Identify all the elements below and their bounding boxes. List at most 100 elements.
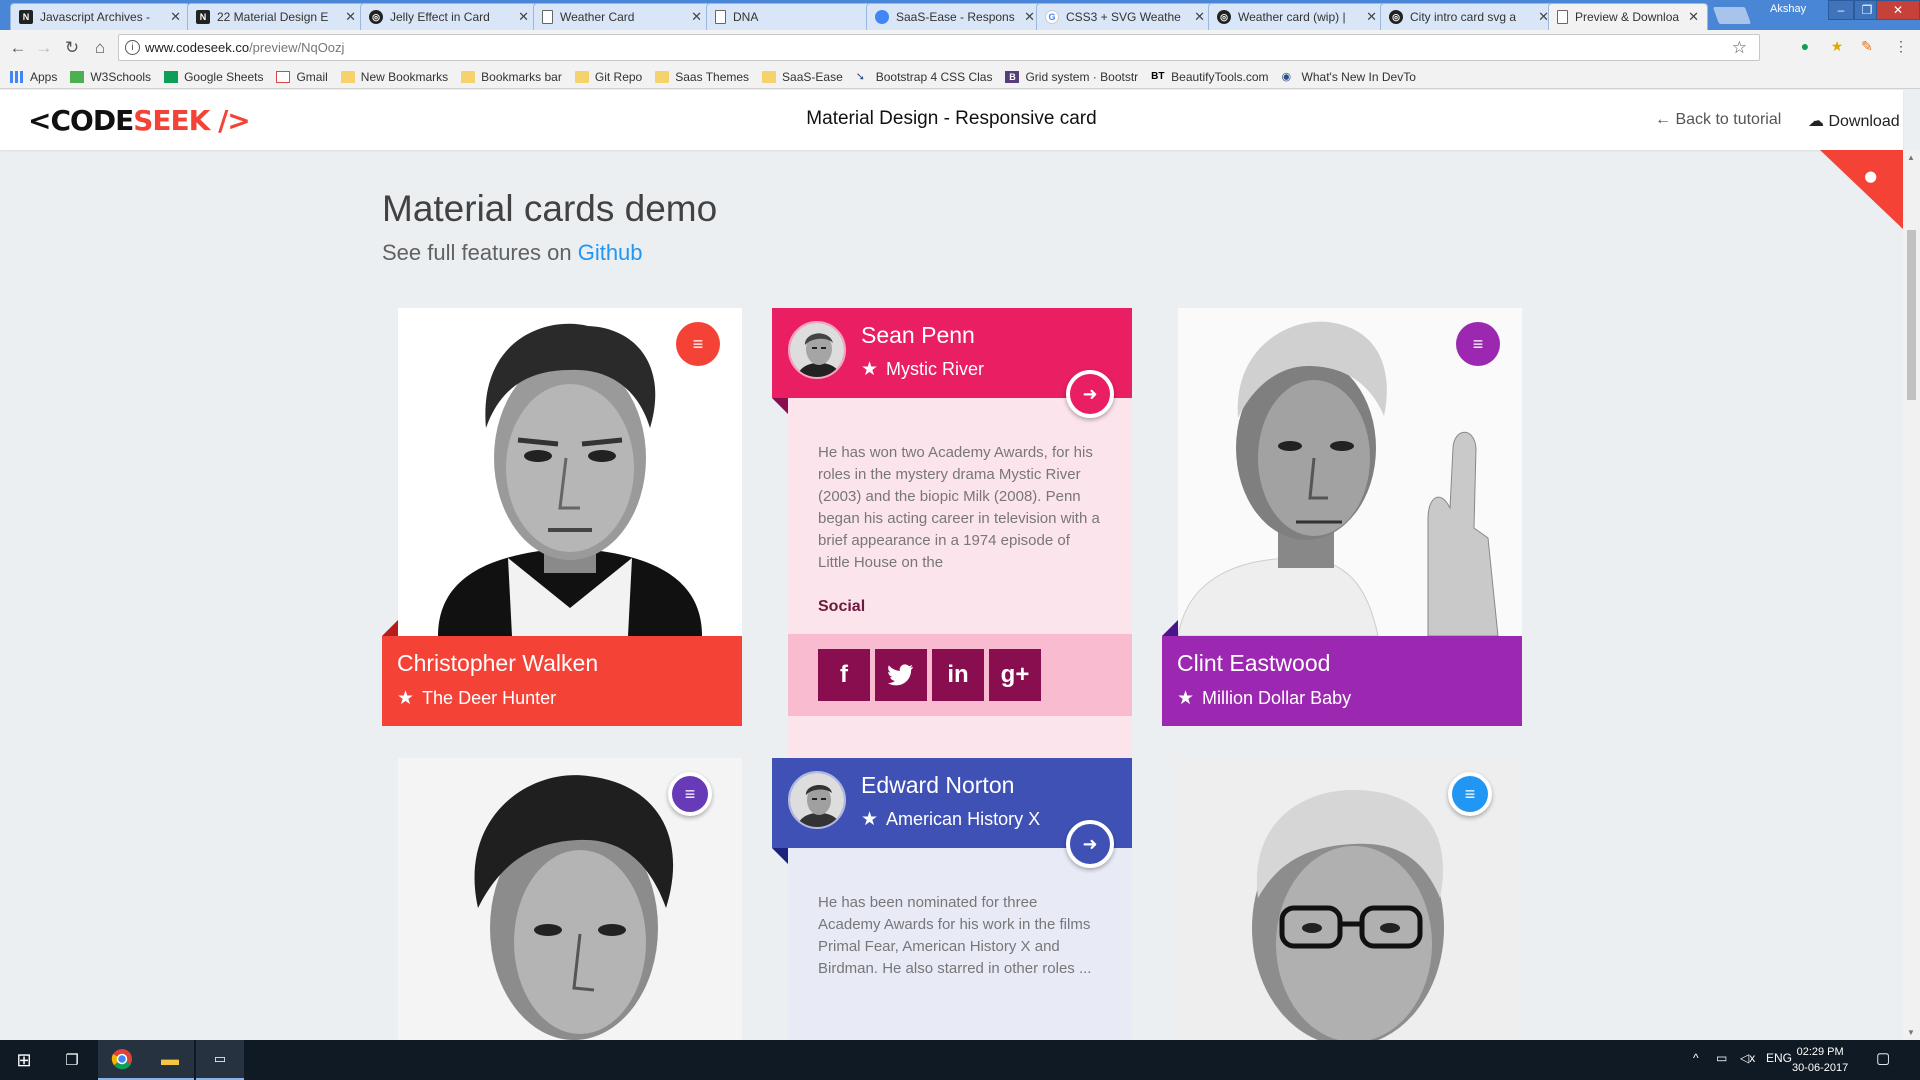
bookmark-folder[interactable]: SaaS-Ease: [762, 70, 843, 84]
tab-title: Weather card (wip) |: [1238, 10, 1346, 24]
arrow-left-icon: ➜: [1082, 383, 1098, 404]
bookmark-label: Git Repo: [594, 70, 643, 84]
reload-icon[interactable]: ↻: [60, 36, 84, 60]
close-window-icon[interactable]: ✕: [1876, 0, 1920, 20]
card-corner-fold: [772, 848, 788, 864]
bookmark-grid-system[interactable]: B Grid system · Bootstr: [1005, 70, 1138, 84]
browser-tab[interactable]: ◎ Jelly Effect in Card ✕: [360, 3, 538, 30]
tab-title: Javascript Archives -: [40, 10, 151, 24]
beautifytools-icon: BT: [1151, 71, 1165, 82]
saas-favicon-icon: [875, 10, 889, 24]
back-arrow-icon[interactable]: ←: [6, 36, 30, 60]
apps-grid-icon: [10, 71, 24, 83]
browser-tab[interactable]: G CSS3 + SVG Weathe ✕: [1036, 3, 1214, 30]
bookmark-w3schools[interactable]: W3Schools: [70, 70, 151, 84]
home-icon[interactable]: ⌂: [88, 36, 112, 60]
card-close-button[interactable]: ➜: [1066, 820, 1114, 868]
browser-tab[interactable]: N Javascript Archives - ✕: [10, 3, 190, 30]
card-movie: ★ American History X: [861, 809, 1041, 830]
tray-chevron-icon[interactable]: ^: [1693, 1051, 1699, 1065]
bookmark-folder[interactable]: Git Repo: [574, 70, 643, 84]
facebook-icon[interactable]: f: [818, 649, 870, 701]
address-bar[interactable]: i www.codeseek.co/preview/NqOozj ☆: [118, 34, 1760, 61]
bookmark-label: What's New In DevTo: [1301, 70, 1416, 84]
chrome-menu-icon[interactable]: ⋮: [1892, 37, 1910, 55]
site-header: <CODESEEK /> Material Design - Responsiv…: [0, 90, 1903, 150]
browser-tab[interactable]: Weather Card ✕: [533, 3, 711, 30]
windows-start-icon[interactable]: ⊞: [0, 1040, 48, 1080]
browser-tab-active[interactable]: Preview & Downloa ✕: [1548, 3, 1708, 30]
forward-arrow-icon[interactable]: →: [32, 36, 56, 60]
extension-star-icon[interactable]: ★: [1828, 37, 1846, 55]
browser-tab[interactable]: N 22 Material Design E ✕: [187, 3, 365, 30]
scrollbar-thumb[interactable]: [1907, 230, 1916, 400]
bookmark-label: BeautifyTools.com: [1171, 70, 1269, 84]
back-to-tutorial-link[interactable]: ← Back to tutorial: [1655, 111, 1781, 129]
task-view-icon[interactable]: ❐: [48, 1040, 96, 1080]
linkedin-icon[interactable]: in: [932, 649, 984, 701]
bookmark-star-icon[interactable]: ☆: [1732, 38, 1747, 58]
bookmark-label: Grid system · Bootstr: [1025, 70, 1139, 84]
scroll-down-icon[interactable]: ▼: [1907, 1028, 1915, 1037]
card-bio: He has been nominated for three Academy …: [818, 894, 1092, 977]
download-link[interactable]: ☁ Download: [1808, 111, 1900, 131]
bookmark-folder[interactable]: New Bookmarks: [340, 70, 448, 84]
bookmark-beautifytools[interactable]: BT BeautifyTools.com: [1151, 70, 1268, 84]
close-tab-icon[interactable]: ✕: [691, 9, 702, 25]
page-info-icon[interactable]: i: [125, 40, 140, 55]
card-edward-norton: He has been nominated for three Academy …: [772, 758, 1132, 1040]
card-movie: ★ Mystic River: [861, 359, 985, 380]
volume-muted-icon[interactable]: ◁x: [1740, 1051, 1755, 1065]
bookmark-folder[interactable]: Bookmarks bar: [461, 70, 562, 84]
chrome-taskbar-icon[interactable]: [98, 1040, 146, 1080]
close-tab-icon[interactable]: ✕: [518, 9, 529, 25]
minimize-icon[interactable]: –: [1828, 0, 1854, 20]
language-indicator[interactable]: ENG: [1766, 1051, 1792, 1065]
menu-lines-icon: ≡: [1464, 783, 1476, 804]
close-tab-icon[interactable]: ✕: [170, 9, 181, 25]
google-plus-icon[interactable]: g+: [989, 649, 1041, 701]
command-prompt-icon[interactable]: ▭: [196, 1040, 244, 1080]
browser-tab[interactable]: SaaS-Ease - Respons ✕: [866, 3, 1044, 30]
network-icon[interactable]: ▭: [1716, 1051, 1727, 1065]
codepen-favicon-icon: ◎: [1389, 10, 1403, 24]
bookmark-folder[interactable]: Saas Themes: [655, 70, 749, 84]
tab-title: 22 Material Design E: [217, 10, 329, 24]
close-tab-icon[interactable]: ✕: [1194, 9, 1205, 25]
card-menu-button[interactable]: ≡: [676, 322, 720, 366]
bookmark-gmail[interactable]: Gmail: [276, 70, 328, 84]
browser-tab[interactable]: DNA ✕: [706, 3, 884, 30]
arrow-favicon-icon: ➘: [855, 71, 865, 83]
system-clock[interactable]: 02:29 PM 30-06-2017: [1792, 1044, 1848, 1076]
action-center-icon[interactable]: ▢: [1876, 1049, 1890, 1067]
chrome-icon: ◉: [1281, 71, 1292, 83]
bookmark-google-sheets[interactable]: Google Sheets: [164, 70, 263, 84]
close-tab-icon[interactable]: ✕: [1688, 9, 1699, 25]
page-scrollbar[interactable]: ▲ ▼: [1903, 150, 1920, 1040]
arrow-left-icon: ➜: [1082, 833, 1098, 854]
browser-tab[interactable]: ◎ Weather card (wip) | ✕: [1208, 3, 1386, 30]
card-body: He has been nominated for three Academy …: [788, 848, 1132, 1040]
bookmark-bootstrap-classes[interactable]: ➘ Bootstrap 4 CSS Clas: [856, 70, 993, 84]
file-explorer-icon[interactable]: ▬: [146, 1040, 194, 1080]
extension-green-icon[interactable]: ●: [1796, 37, 1814, 55]
bookmark-apps[interactable]: Apps: [10, 70, 57, 84]
cloud-download-icon: ☁: [1808, 113, 1824, 130]
card-close-button[interactable]: ➜: [1066, 370, 1114, 418]
card-menu-button[interactable]: ≡: [1448, 772, 1492, 816]
extension-brush-icon[interactable]: ✎: [1858, 37, 1876, 55]
github-link[interactable]: Github: [578, 240, 643, 265]
bookmark-devtools[interactable]: ◉ What's New In DevTo: [1282, 70, 1416, 84]
twitter-icon[interactable]: [875, 649, 927, 701]
new-tab-button[interactable]: [1712, 7, 1752, 24]
github-corner-ribbon[interactable]: ●: [1820, 150, 1904, 230]
card-menu-button[interactable]: ≡: [668, 772, 712, 816]
close-tab-icon[interactable]: ✕: [1366, 9, 1377, 25]
scroll-up-icon[interactable]: ▲: [1907, 153, 1915, 162]
close-tab-icon[interactable]: ✕: [1024, 9, 1035, 25]
close-tab-icon[interactable]: ✕: [345, 9, 356, 25]
card-menu-button[interactable]: ≡: [1456, 322, 1500, 366]
card-photo-bottom-left: ≡: [382, 758, 742, 1040]
browser-tab[interactable]: ◎ City intro card svg a ✕: [1380, 3, 1558, 30]
profile-name[interactable]: Akshay: [1770, 3, 1806, 15]
